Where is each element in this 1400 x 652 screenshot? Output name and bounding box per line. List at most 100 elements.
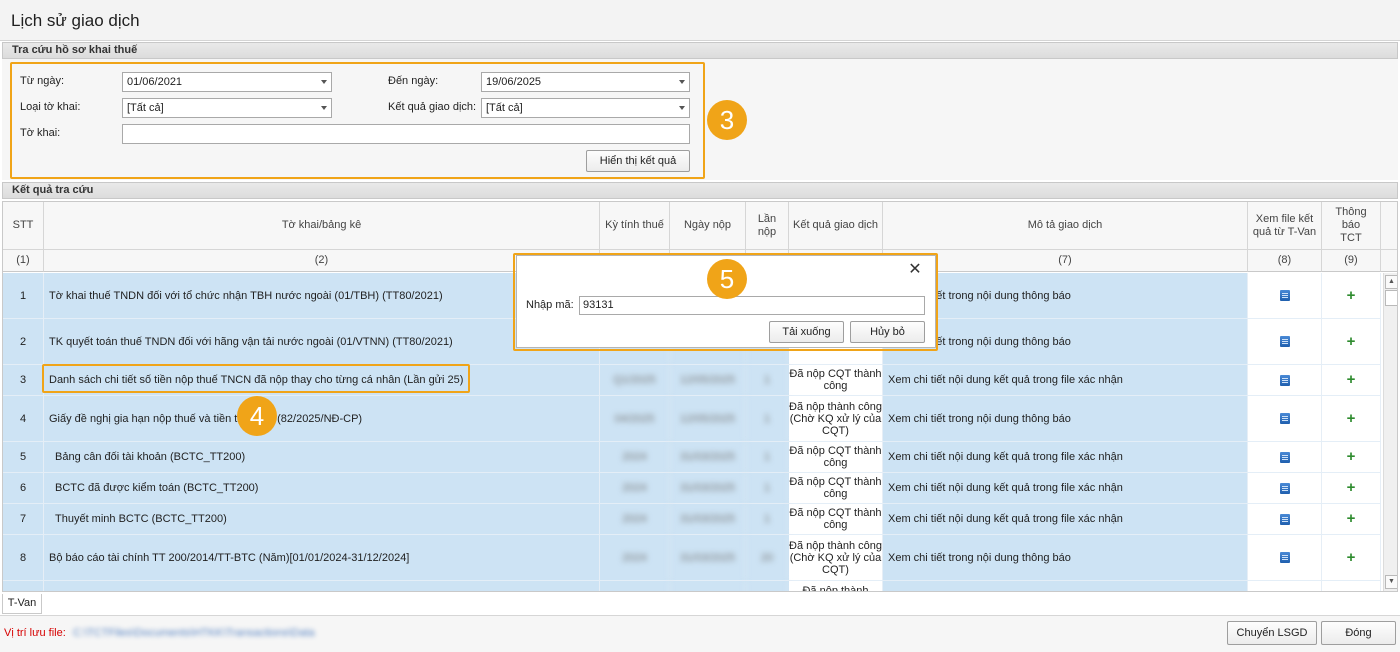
vertical-scrollbar[interactable]: ▲ ▼: [1383, 273, 1397, 591]
col-header-period[interactable]: Kỳ tính thuế: [600, 202, 670, 250]
scroll-down-icon[interactable]: ▼: [1385, 575, 1397, 589]
footer-bar: Vị trí lưu file: C:\TCTFiles\Documents\H…: [0, 615, 1400, 652]
table-row[interactable]: 6 BCTC đã được kiểm toán (BCTC_TT200) 2024…: [3, 473, 1381, 504]
cell-times: 1: [746, 365, 789, 395]
col-number-1: (1): [3, 250, 44, 272]
cell-times: 20: [746, 535, 789, 580]
plus-icon[interactable]: +: [1347, 449, 1356, 464]
plus-icon[interactable]: +: [1347, 372, 1356, 387]
file-icon[interactable]: [1279, 451, 1290, 463]
cell-notice: +: [1322, 473, 1381, 503]
cell-stt: 6: [3, 473, 44, 503]
table-row[interactable]: 4 Giấy đề nghị gia hạn nộp thuế và tiền t…: [3, 396, 1381, 442]
file-icon[interactable]: [1279, 552, 1290, 563]
col-header-stt[interactable]: STT: [3, 202, 44, 250]
col-number-filler: [1381, 250, 1397, 272]
cell-result: Đã nộp thành: [789, 581, 883, 591]
cell-times: 1: [746, 504, 789, 534]
search-group-header: Tra cứu hồ sơ khai thuế: [2, 42, 1398, 59]
cell-date: 12/05/2025: [670, 365, 746, 395]
plus-icon[interactable]: +: [1347, 288, 1356, 303]
history-button[interactable]: Chuyển LSGD: [1227, 621, 1317, 645]
plus-icon[interactable]: +: [1347, 511, 1356, 526]
step-badge-4: 4: [237, 396, 277, 436]
cell-view-file: [1248, 319, 1322, 364]
col-header-notice[interactable]: Thông báo TCT: [1322, 202, 1381, 250]
cell-stt: [3, 581, 44, 591]
file-icon[interactable]: [1279, 374, 1290, 386]
file-icon[interactable]: [1279, 413, 1290, 424]
cell-stt: 8: [3, 535, 44, 580]
cell-times: 1: [746, 396, 789, 441]
cell-result: Đã nộp CQT thành công: [789, 365, 883, 395]
cell-notice: +: [1322, 365, 1381, 395]
plus-icon[interactable]: +: [1347, 480, 1356, 495]
table-row[interactable]: Đã nộp thành: [3, 581, 1381, 591]
cell-result: Đã nộp thành công (Chờ KQ xử lý của CQT): [789, 396, 883, 441]
window-title: Lịch sử giao dịch: [11, 11, 140, 30]
highlight-box-4: [42, 364, 470, 393]
col-header-result[interactable]: Kết quả giao dịch: [789, 202, 883, 250]
cell-view-file: [1248, 442, 1322, 472]
cell-result: Đã nộp CQT thành công: [789, 442, 883, 472]
col-header-date[interactable]: Ngày nộp: [670, 202, 746, 250]
cell-period: 2024: [600, 473, 670, 503]
cell-stt: 3: [3, 365, 44, 395]
cell-period: 2024: [600, 535, 670, 580]
table-row[interactable]: 8 Bộ báo cáo tài chính TT 200/2014/TT-BTC…: [3, 535, 1381, 581]
save-path-value[interactable]: C:\TCTFiles\Documents\HTKK\Transactions\…: [73, 627, 315, 639]
table-row[interactable]: 7 Thuyết minh BCTC (BCTC_TT200) 2024 31/03/…: [3, 504, 1381, 535]
cell-name: [44, 581, 600, 591]
plus-icon[interactable]: +: [1347, 550, 1356, 565]
cell-view-file: [1248, 504, 1322, 534]
cell-notice: +: [1322, 504, 1381, 534]
scroll-thumb[interactable]: [1385, 290, 1397, 306]
cell-desc: [883, 581, 1248, 591]
cell-period: 2024: [600, 442, 670, 472]
cell-date: 31/03/2025: [670, 442, 746, 472]
cell-view-file: [1248, 581, 1322, 591]
file-icon[interactable]: [1279, 482, 1290, 494]
cell-notice: +: [1322, 319, 1381, 364]
cell-name: BCTC đã được kiểm toán (BCTC_TT200): [44, 473, 600, 503]
step-badge-3: 3: [707, 100, 747, 140]
cell-period: Q1/2025: [600, 365, 670, 395]
cell-period: 2024: [600, 504, 670, 534]
file-icon[interactable]: [1279, 336, 1290, 347]
cell-view-file: [1248, 473, 1322, 503]
cell-date: 31/03/2025: [670, 504, 746, 534]
col-header-view-file[interactable]: Xem file kết quả từ T-Van: [1248, 202, 1322, 250]
cell-period: 04/2025: [600, 396, 670, 441]
plus-icon[interactable]: +: [1347, 411, 1356, 426]
cell-notice: +: [1322, 442, 1381, 472]
cell-times: [746, 581, 789, 591]
col-header-form[interactable]: Tờ khai/bảng kê: [44, 202, 600, 250]
col-number-9: (9): [1322, 250, 1381, 272]
file-icon[interactable]: [1279, 513, 1290, 525]
cell-notice: +: [1322, 273, 1381, 318]
cell-date: [670, 581, 746, 591]
close-button[interactable]: Đóng: [1321, 621, 1396, 645]
col-header-desc[interactable]: Mô tả giao dịch: [883, 202, 1248, 250]
cell-view-file: [1248, 273, 1322, 318]
tab-tvan[interactable]: T-Van: [2, 594, 42, 614]
cell-date: 31/03/2025: [670, 473, 746, 503]
results-group-header: Kết quả tra cứu: [2, 182, 1398, 199]
cell-name: Bộ báo cáo tài chính TT 200/2014/TT-BTC …: [44, 535, 600, 580]
col-header-times[interactable]: Lần nộp: [746, 202, 789, 250]
cell-desc: Xem chi tiết nội dung kết quả trong file…: [883, 442, 1248, 472]
plus-icon[interactable]: +: [1347, 334, 1356, 349]
col-header-filler: [1381, 202, 1397, 250]
cell-name: Thuyết minh BCTC (BCTC_TT200): [44, 504, 600, 534]
cell-period: [600, 581, 670, 591]
cell-stt: 7: [3, 504, 44, 534]
scroll-up-icon[interactable]: ▲: [1385, 275, 1397, 289]
cell-notice: +: [1322, 535, 1381, 580]
cell-result: Đã nộp CQT thành công: [789, 473, 883, 503]
cell-desc: Xem chi tiết nội dung kết quả trong file…: [883, 365, 1248, 395]
cell-stt: 1: [3, 273, 44, 318]
table-row[interactable]: 5 Bảng cân đối tài khoản (BCTC_TT200) 2024…: [3, 442, 1381, 473]
cell-result: Đã nộp thành công (Chờ KQ xử lý của CQT): [789, 535, 883, 580]
cell-notice: [1322, 581, 1381, 591]
file-icon[interactable]: [1279, 290, 1290, 301]
